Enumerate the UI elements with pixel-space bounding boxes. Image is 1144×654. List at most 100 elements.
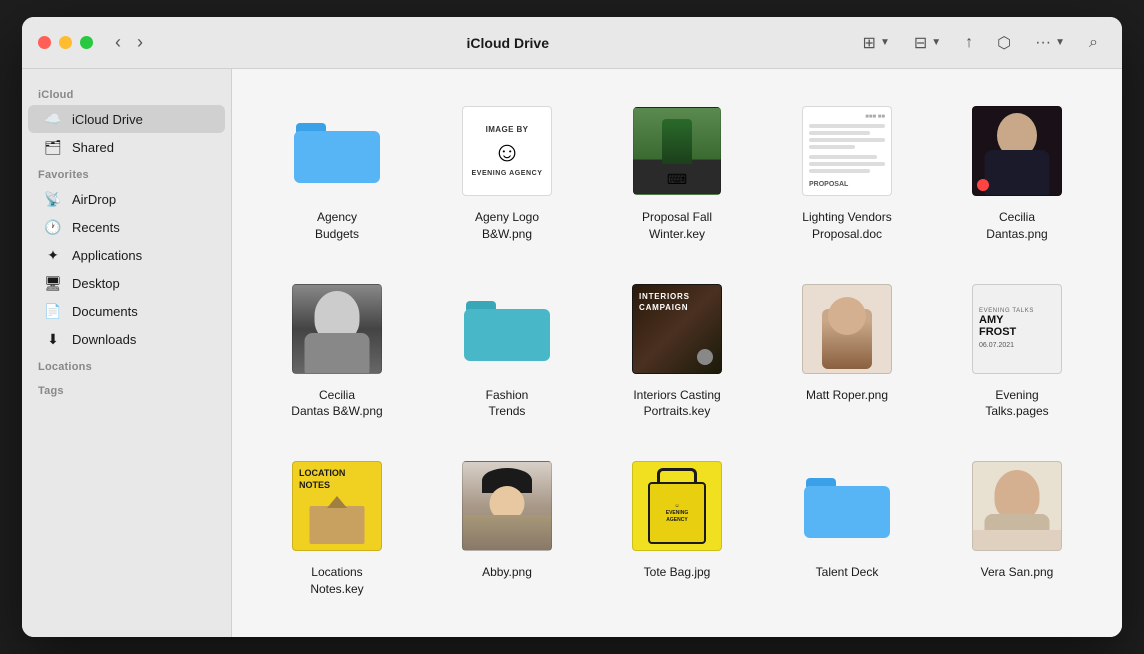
vera-preview (972, 461, 1062, 551)
sidebar-item-documents[interactable]: 📄 Documents (28, 297, 225, 325)
file-label-talent-deck: Talent Deck (816, 564, 879, 581)
file-item-agency-budgets[interactable]: AgencyBudgets (260, 93, 414, 251)
file-item-talent-deck[interactable]: Talent Deck (770, 448, 924, 606)
file-label-cecilia-bw: CeciliaDantas B&W.png (291, 387, 382, 421)
more-icon: ··· (1035, 34, 1051, 52)
locations-section-label: Locations (22, 353, 231, 377)
file-thumb-matt-roper (792, 279, 902, 379)
pf-bottom: ⌨ (634, 164, 720, 194)
downloads-label: Downloads (72, 332, 136, 347)
file-item-tote-bag[interactable]: ☺EVENINGAGENCY Tote Bag.jpg (600, 448, 754, 606)
file-label-matt-roper: Matt Roper.png (806, 387, 888, 404)
file-item-fashion-trends[interactable]: FashionTrends (430, 271, 584, 429)
icloud-drive-icon: ☁️ (44, 110, 62, 128)
titlebar: ‹ › iCloud Drive ⊞ ▼ ⊟ ▼ ↑ ⬡ ··· ▼ (22, 17, 1122, 69)
file-item-locations-notes[interactable]: LOCATIONNOTES LocationsNotes.key (260, 448, 414, 606)
lighting-doc-preview: ■■■ ■■ PROPOSAL (802, 106, 892, 196)
traffic-lights (38, 36, 93, 49)
search-button[interactable]: ⌕ (1081, 30, 1106, 56)
desktop-icon: 🖥 (44, 274, 62, 292)
file-label-tote-bag: Tote Bag.jpg (644, 564, 711, 581)
share-button[interactable]: ↑ (957, 30, 981, 56)
vera-face (995, 470, 1040, 520)
file-item-matt-roper[interactable]: Matt Roper.png (770, 271, 924, 429)
main-layout: iCloud ☁️ iCloud Drive 🗂 Shared Favorite… (22, 69, 1122, 637)
evening-preview: EVENING TALKS AMYFROST 06.07.2021 (972, 284, 1062, 374)
file-item-agency-logo[interactable]: IMAGE BY ☺ EVENING AGENCY Ageny LogoB&W.… (430, 93, 584, 251)
file-thumb-interiors-casting: INTERIORSCAMPAIGN (622, 279, 732, 379)
more-caret: ▼ (1055, 37, 1065, 48)
file-thumb-tote-bag: ☺EVENINGAGENCY (622, 456, 732, 556)
matt-preview (802, 284, 892, 374)
documents-icon: 📄 (44, 302, 62, 320)
evening-name: AMYFROST (979, 314, 1055, 338)
file-label-proposal-fall: Proposal FallWinter.key (642, 209, 712, 243)
back-button[interactable]: ‹ (109, 28, 127, 57)
maximize-button[interactable] (80, 36, 93, 49)
file-grid: AgencyBudgets IMAGE BY ☺ EVENING AGENCY (260, 93, 1094, 606)
file-thumb-evening-talks: EVENING TALKS AMYFROST 06.07.2021 (962, 279, 1072, 379)
sidebar-item-airdrop[interactable]: 📡 AirDrop (28, 185, 225, 213)
favorites-section-label: Favorites (22, 161, 231, 185)
evening-date: 06.07.2021 (979, 342, 1055, 349)
file-item-lighting-vendors[interactable]: ■■■ ■■ PROPOSAL (770, 93, 924, 251)
forward-button[interactable]: › (131, 28, 149, 57)
file-item-interiors-casting[interactable]: INTERIORSCAMPAIGN Interiors CastingPortr… (600, 271, 754, 429)
file-thumb-agency-logo: IMAGE BY ☺ EVENING AGENCY (452, 101, 562, 201)
file-label-cecilia-dantas: CeciliaDantas.png (986, 209, 1047, 243)
file-thumb-proposal-fall: ⌨ (622, 101, 732, 201)
minimize-button[interactable] (59, 36, 72, 49)
downloads-icon: ⬇ (44, 330, 62, 348)
sidebar: iCloud ☁️ iCloud Drive 🗂 Shared Favorite… (22, 69, 232, 637)
documents-label: Documents (72, 304, 138, 319)
file-label-vera-san: Vera San.png (981, 564, 1054, 581)
location-preview: LOCATIONNOTES (292, 461, 382, 551)
interiors-overlay-text: INTERIORSCAMPAIGN (639, 291, 690, 313)
search-icon: ⌕ (1089, 34, 1098, 52)
cecilia-preview (972, 106, 1062, 196)
file-item-cecilia-dantas[interactable]: CeciliaDantas.png (940, 93, 1094, 251)
interiors-preview: INTERIORSCAMPAIGN (632, 284, 722, 374)
recents-label: Recents (72, 220, 120, 235)
pf-person (662, 119, 692, 169)
tag-button[interactable]: ⬡ (989, 29, 1019, 57)
sidebar-item-applications[interactable]: ✦ Applications (28, 241, 225, 269)
file-thumb-talent-deck (792, 456, 902, 556)
file-label-agency-budgets: AgencyBudgets (315, 209, 359, 243)
icloud-section-label: iCloud (22, 81, 231, 105)
file-item-abby[interactable]: Abby.png (430, 448, 584, 606)
pf-key-icon: ⌨ (667, 171, 687, 188)
folder-icon-fashion-trends (462, 289, 552, 369)
airdrop-label: AirDrop (72, 192, 116, 207)
sidebar-item-downloads[interactable]: ⬇ Downloads (28, 325, 225, 353)
file-thumb-lighting-vendors: ■■■ ■■ PROPOSAL (792, 101, 902, 201)
applications-label: Applications (72, 248, 142, 263)
file-thumb-vera-san (962, 456, 1072, 556)
sidebar-item-icloud-drive[interactable]: ☁️ iCloud Drive (28, 105, 225, 133)
file-item-evening-talks[interactable]: EVENING TALKS AMYFROST 06.07.2021 Evenin… (940, 271, 1094, 429)
close-button[interactable] (38, 36, 51, 49)
file-thumb-fashion-trends (452, 279, 562, 379)
icloud-drive-label: iCloud Drive (72, 112, 143, 127)
abby-preview (462, 461, 552, 551)
group-icon: ⊟ (914, 33, 927, 53)
view-group-button[interactable]: ⊟ ▼ (906, 29, 949, 57)
bw-portrait-preview (292, 284, 382, 374)
folder-icon-talent-deck (802, 466, 892, 546)
sidebar-item-desktop[interactable]: 🖥 Desktop (28, 269, 225, 297)
sidebar-item-recents[interactable]: 🕐 Recents (28, 213, 225, 241)
file-label-lighting-vendors: Lighting VendorsProposal.doc (802, 209, 891, 243)
tag-icon: ⬡ (997, 33, 1011, 53)
file-thumb-abby (452, 456, 562, 556)
shared-icon: 🗂 (44, 138, 62, 156)
desktop-label: Desktop (72, 276, 120, 291)
shared-label: Shared (72, 140, 114, 155)
more-button[interactable]: ··· ▼ (1027, 30, 1073, 56)
file-label-abby: Abby.png (482, 564, 532, 581)
file-item-proposal-fall[interactable]: ⌨ Proposal FallWinter.key (600, 93, 754, 251)
view-grid-button[interactable]: ⊞ ▼ (855, 29, 898, 57)
sidebar-item-shared[interactable]: 🗂 Shared (28, 133, 225, 161)
file-label-fashion-trends: FashionTrends (486, 387, 529, 421)
file-item-vera-san[interactable]: Vera San.png (940, 448, 1094, 606)
file-item-cecilia-bw[interactable]: CeciliaDantas B&W.png (260, 271, 414, 429)
